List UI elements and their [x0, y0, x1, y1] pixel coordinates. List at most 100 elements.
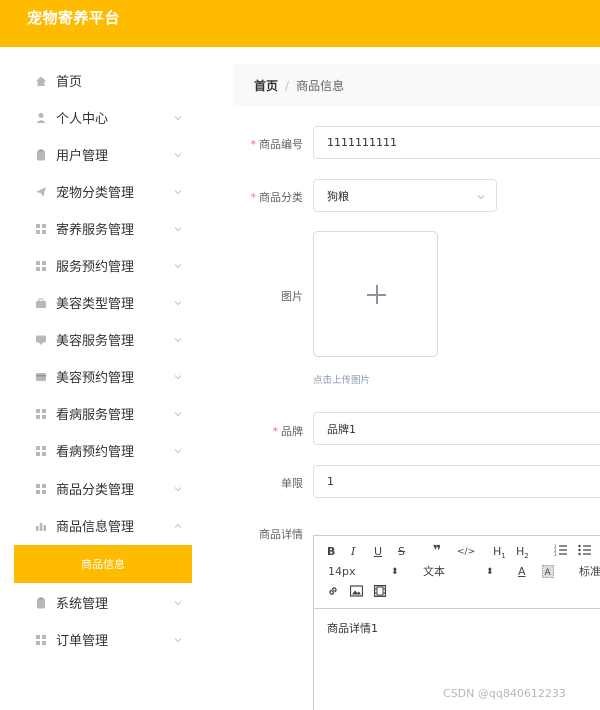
header-style-select[interactable]: 标准: [579, 565, 600, 579]
top-header: 宠物寄养平台: [0, 0, 600, 47]
ordered-list-icon[interactable]: 123: [554, 544, 567, 560]
font-family-select[interactable]: 文本: [423, 565, 445, 579]
sidebar-item-label: 美容类型管理: [56, 297, 135, 312]
chevron-down-icon: [174, 226, 182, 231]
sidebar-item-label: 个人中心: [56, 112, 109, 127]
clipboard-icon: [35, 149, 47, 161]
italic-button[interactable]: I: [351, 545, 355, 559]
chevron-down-icon: [174, 637, 182, 642]
blockquote-button[interactable]: ❞: [433, 544, 441, 558]
chart-icon: [35, 520, 47, 532]
underline-button[interactable]: U: [374, 545, 382, 559]
clipboard-icon: [35, 597, 47, 609]
sidebar-item-label: 首页: [56, 75, 83, 90]
chevron-down-icon: [174, 152, 182, 157]
sidebar-item-label: 美容服务管理: [56, 334, 135, 349]
sidebar-item-service-booking[interactable]: 服务预约管理: [0, 247, 207, 284]
required-marker: *: [272, 425, 279, 438]
category-select[interactable]: 狗粮: [313, 179, 497, 212]
submenu-item-product-info[interactable]: 商品信息: [14, 545, 192, 583]
chevron-down-icon: [174, 300, 182, 305]
sidebar-item-beauty-service[interactable]: 美容服务管理: [0, 321, 207, 358]
header-1-button[interactable]: H1: [493, 545, 506, 563]
background-color-icon[interactable]: A: [542, 565, 554, 582]
chevron-down-icon: [174, 600, 182, 605]
sidebar-item-orders[interactable]: 订单管理: [0, 621, 207, 658]
strike-button[interactable]: S: [398, 545, 405, 559]
chevron-up-icon: [174, 523, 182, 528]
sidebar-item-profile[interactable]: 个人中心: [0, 99, 207, 136]
grid-icon: [35, 445, 47, 457]
sidebar-item-boarding-service[interactable]: 寄养服务管理: [0, 210, 207, 247]
grid-icon: [35, 634, 47, 646]
sidebar-item-product-info[interactable]: 商品信息管理: [0, 507, 207, 544]
sidebar-item-beauty-booking[interactable]: 美容预约管理: [0, 358, 207, 395]
breadcrumb-home[interactable]: 首页: [254, 77, 278, 94]
sidebar-item-label: 服务预约管理: [56, 260, 135, 275]
chevron-down-icon: [174, 448, 182, 453]
required-marker: *: [250, 191, 257, 204]
sidebar-item-label: 看病服务管理: [56, 408, 135, 423]
chevron-down-icon: [174, 337, 182, 342]
chevron-down-icon: [174, 189, 182, 194]
font-color-icon[interactable]: A: [518, 565, 526, 579]
svg-text:A: A: [545, 568, 552, 578]
font-size-arrows-icon[interactable]: ⬍: [391, 565, 399, 579]
sidebar-item-label: 宠物分类管理: [56, 186, 135, 201]
chevron-down-icon: [174, 486, 182, 491]
chevron-down-icon: [477, 195, 485, 200]
image-icon[interactable]: [349, 585, 364, 601]
grid-icon: [35, 260, 47, 272]
font-family-arrows-icon[interactable]: ⬍: [486, 565, 494, 579]
sidebar-item-product-category[interactable]: 商品分类管理: [0, 470, 207, 507]
sidebar: 首页 个人中心 用户管理 宠物分类管理 寄养服务管理 服务预约管理 美容类型管理…: [0, 47, 207, 710]
grid-icon: [35, 483, 47, 495]
sidebar-item-label: 订单管理: [56, 634, 109, 649]
sidebar-item-label: 寄养服务管理: [56, 223, 135, 238]
code-block-button[interactable]: </>: [457, 545, 475, 559]
bold-button[interactable]: B: [327, 545, 335, 559]
breadcrumb-current: 商品信息: [296, 79, 345, 93]
rich-text-editor: B I U S ❞ </> H1 H2 123 14px ⬍ 文本 ⬍ A A …: [313, 535, 600, 710]
image-label: 图片: [281, 290, 303, 303]
sidebar-item-home[interactable]: 首页: [0, 62, 207, 99]
sidebar-item-label: 看病预约管理: [56, 445, 135, 460]
message-icon: [35, 334, 47, 346]
bullet-list-icon[interactable]: [578, 544, 591, 560]
editor-toolbar: B I U S ❞ </> H1 H2 123 14px ⬍ 文本 ⬍ A A …: [314, 536, 600, 609]
brand-input[interactable]: 品牌1: [313, 412, 600, 445]
svg-text:3: 3: [554, 552, 557, 556]
video-icon[interactable]: [374, 585, 387, 601]
header-2-button[interactable]: H2: [516, 545, 529, 563]
brand-label: * 品牌: [272, 425, 304, 438]
sidebar-item-beauty-type[interactable]: 美容类型管理: [0, 284, 207, 321]
editor-content[interactable]: 商品详情1: [327, 620, 378, 636]
card-icon: [35, 371, 47, 383]
breadcrumb-separator: /: [285, 78, 290, 93]
chevron-down-icon: [174, 411, 182, 416]
image-uploader[interactable]: [313, 231, 438, 357]
sidebar-item-users[interactable]: 用户管理: [0, 136, 207, 173]
chevron-down-icon: [174, 115, 182, 120]
sidebar-item-label: 商品分类管理: [56, 483, 135, 498]
sidebar-item-system[interactable]: 系统管理: [0, 584, 207, 621]
chevron-down-icon: [174, 374, 182, 379]
sidebar-item-vet-service[interactable]: 看病服务管理: [0, 395, 207, 432]
limit-input[interactable]: 1: [313, 465, 600, 498]
user-icon: [35, 112, 47, 124]
home-icon: [35, 75, 47, 87]
briefcase-icon: [35, 297, 47, 309]
sidebar-item-label: 美容预约管理: [56, 371, 135, 386]
product-code-input[interactable]: 1111111111: [313, 126, 600, 159]
sidebar-item-label: 商品信息管理: [56, 520, 135, 535]
sidebar-item-pet-category[interactable]: 宠物分类管理: [0, 173, 207, 210]
category-label: * 商品分类: [250, 191, 304, 204]
font-size-select[interactable]: 14px: [328, 565, 356, 579]
send-icon: [35, 186, 47, 198]
sidebar-item-vet-booking[interactable]: 看病预约管理: [0, 432, 207, 469]
required-marker: *: [250, 138, 257, 151]
limit-label: 单限: [281, 477, 303, 490]
app-title: 宠物寄养平台: [27, 9, 121, 27]
sidebar-item-label: 系统管理: [56, 597, 109, 612]
link-icon[interactable]: [327, 585, 339, 601]
